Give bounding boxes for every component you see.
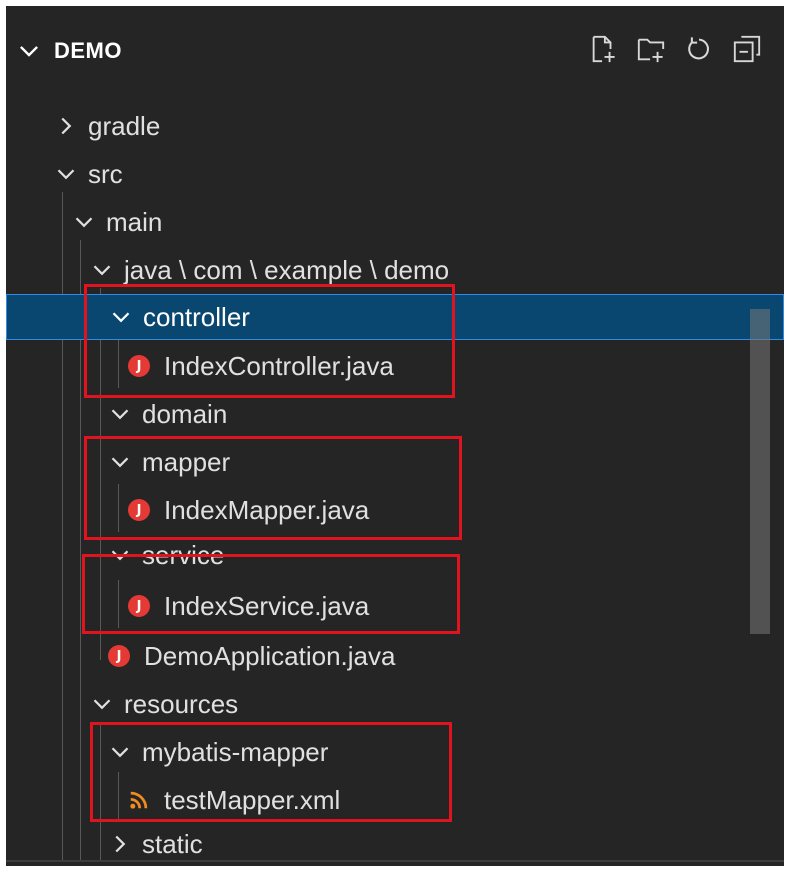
java-file-icon: J [108, 645, 130, 667]
chevron-down-icon [75, 217, 93, 228]
chevron-down-icon [111, 409, 129, 420]
tree-item-gradle[interactable]: gradle [6, 102, 784, 150]
new-file-icon[interactable] [586, 32, 620, 66]
refresh-icon[interactable] [682, 32, 716, 66]
explorer-header: DEMO [6, 6, 784, 90]
workspace-toggle[interactable]: DEMO [16, 38, 122, 64]
collapse-all-icon[interactable] [730, 32, 764, 66]
chevron-right-icon [115, 835, 126, 853]
tree-item-label: src [88, 158, 123, 189]
annotation-box-controller [84, 284, 455, 398]
panel-bottom-border [6, 860, 784, 862]
tree-item-main[interactable]: main [6, 198, 784, 246]
explorer-panel: = bootJarMainClassName DEMO [6, 6, 784, 866]
chevron-right-icon [61, 117, 72, 135]
annotation-box-mybatis-mapper [90, 722, 452, 822]
chevron-down-icon [57, 169, 75, 180]
tree-item-label: domain [142, 398, 228, 429]
chevron-down-icon [93, 265, 111, 276]
tree-item-label: gradle [88, 110, 161, 141]
tree-item-static[interactable]: static [6, 824, 784, 864]
annotation-box-mapper [84, 436, 462, 540]
tree-item-label: resources [124, 688, 239, 719]
annotation-box-service [82, 554, 460, 634]
new-folder-icon[interactable] [634, 32, 668, 66]
tree-item-demo-application[interactable]: J DemoApplication.java [6, 632, 784, 680]
chevron-down-icon [93, 699, 111, 710]
vertical-scrollbar[interactable] [750, 309, 770, 634]
tree-item-label: main [106, 206, 163, 237]
tree-item-src[interactable]: src [6, 150, 784, 198]
tree-item-label: java \ com \ example \ demo [124, 254, 450, 285]
workspace-title: DEMO [54, 38, 122, 63]
tree-item-label: static [142, 828, 203, 859]
tree-item-label: DemoApplication.java [144, 640, 396, 671]
tree-item-resources[interactable]: resources [6, 680, 784, 728]
chevron-down-icon [20, 46, 38, 57]
